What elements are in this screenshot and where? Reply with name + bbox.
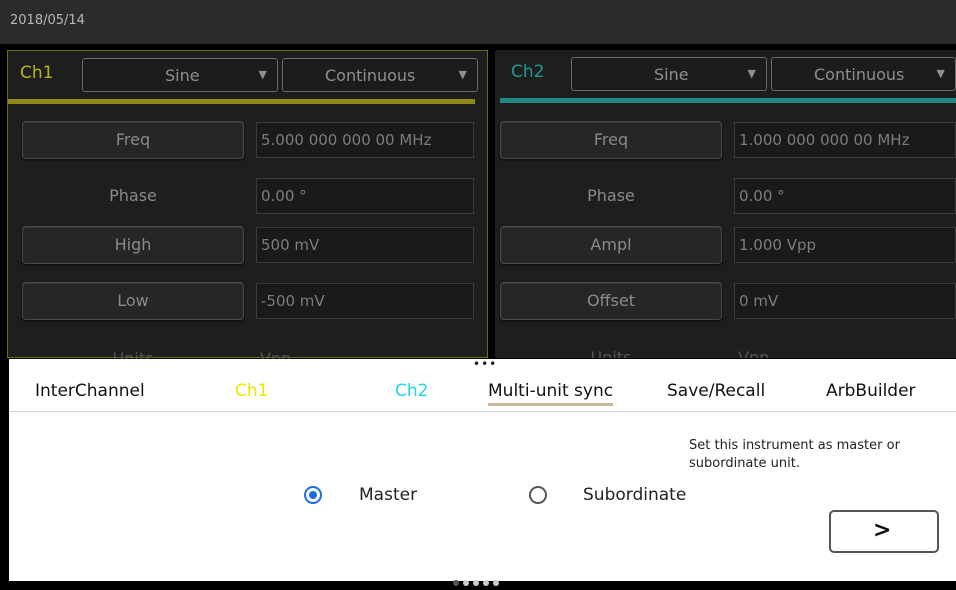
tab-ch2[interactable]: Ch2 <box>395 381 428 401</box>
tab-save-recall[interactable]: Save/Recall <box>667 381 765 401</box>
subordinate-label[interactable]: Subordinate <box>583 485 686 505</box>
ch1-units-label: Units <box>112 349 154 359</box>
ch2-accent-line <box>500 98 956 103</box>
master-radio[interactable] <box>304 486 322 504</box>
chevron-right-icon: > <box>873 518 892 543</box>
triangle-down-icon: ▼ <box>936 67 945 80</box>
triangle-down-icon: ▼ <box>747 67 756 80</box>
ch2-waveform-value: Sine <box>654 65 689 84</box>
ch2-panel: Ch2 Sine ▼ Continuous ▼ Freq 1.000 000 0… <box>495 50 956 358</box>
ch2-freq-button[interactable]: Freq <box>500 121 722 159</box>
ch2-offset-button[interactable]: Offset <box>500 282 722 320</box>
date-display: 2018/05/14 <box>10 13 85 28</box>
ch2-units-value[interactable]: Vpp <box>734 338 956 358</box>
ch1-low-value[interactable]: -500 mV <box>256 283 474 319</box>
ch1-accent-line <box>8 99 475 104</box>
ch2-freq-value[interactable]: 1.000 000 000 00 MHz <box>734 122 956 158</box>
tab-interchannel[interactable]: InterChannel <box>35 381 145 401</box>
ch1-units-value[interactable]: Vpp <box>256 339 474 359</box>
status-bar: 2018/05/14 <box>0 0 956 44</box>
bottom-sheet: ••• InterChannel Ch1 Ch2 Multi-unit sync… <box>9 358 956 586</box>
ch1-mode-value: Continuous <box>325 66 416 85</box>
tab-ch1[interactable]: Ch1 <box>235 381 268 401</box>
tab-multi-unit-sync[interactable]: Multi-unit sync <box>488 381 614 406</box>
ch1-high-value[interactable]: 500 mV <box>256 227 474 263</box>
ch2-ampl-value[interactable]: 1.000 Vpp <box>734 227 956 263</box>
ch1-label: Ch1 <box>20 63 54 83</box>
next-button[interactable]: > <box>829 510 939 553</box>
ch1-freq-value[interactable]: 5.000 000 000 00 MHz <box>256 122 474 158</box>
ch1-phase-value[interactable]: 0.00 ° <box>256 178 474 214</box>
ch2-mode-value: Continuous <box>814 65 905 84</box>
ch2-units-label: Units <box>590 348 632 358</box>
triangle-down-icon: ▼ <box>458 68 467 81</box>
ch1-freq-button[interactable]: Freq <box>22 121 244 159</box>
drag-handle-icon[interactable]: ••• <box>473 358 497 370</box>
ch2-offset-value[interactable]: 0 mV <box>734 283 956 319</box>
ch1-high-button[interactable]: High <box>22 226 244 264</box>
ch2-ampl-button[interactable]: Ampl <box>500 226 722 264</box>
ch1-phase-label: Phase <box>109 186 157 205</box>
ch1-waveform-dropdown[interactable]: Sine ▼ <box>82 58 278 92</box>
page-indicator <box>453 571 503 586</box>
triangle-down-icon: ▼ <box>258 68 267 81</box>
subordinate-radio[interactable] <box>529 486 547 504</box>
ch1-low-button[interactable]: Low <box>22 282 244 320</box>
help-text: Set this instrument as master or subordi… <box>689 438 900 471</box>
ch2-waveform-dropdown[interactable]: Sine ▼ <box>571 57 767 91</box>
ch2-phase-label: Phase <box>587 186 635 205</box>
ch2-label: Ch2 <box>511 62 545 82</box>
ch1-waveform-value: Sine <box>165 66 200 85</box>
ch2-mode-dropdown[interactable]: Continuous ▼ <box>771 57 956 91</box>
ch1-mode-dropdown[interactable]: Continuous ▼ <box>282 58 478 92</box>
tab-divider <box>9 411 956 412</box>
ch1-panel: Ch1 Sine ▼ Continuous ▼ Freq 5.000 000 0… <box>7 50 488 359</box>
master-label[interactable]: Master <box>359 485 417 505</box>
ch2-phase-value[interactable]: 0.00 ° <box>734 178 956 214</box>
tab-arbbuilder[interactable]: ArbBuilder <box>826 381 916 401</box>
